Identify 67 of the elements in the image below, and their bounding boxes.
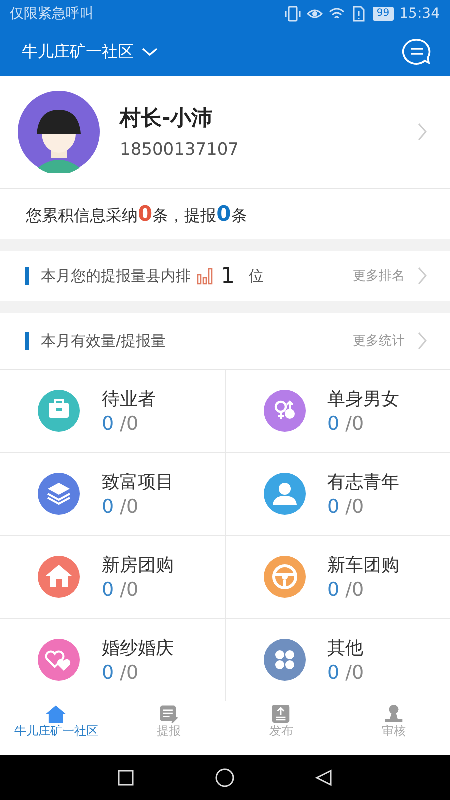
hearts-icon (38, 639, 80, 681)
summary-text: 您累积信息采纳0条，提报0条 (26, 202, 248, 226)
chevron-right-icon (417, 122, 428, 142)
status-text: 仅限紧急呼叫 (10, 5, 94, 23)
home-circle-icon[interactable] (215, 768, 235, 788)
category-tile[interactable]: 单身男女 0 /0 (226, 370, 450, 452)
valid-count: 0 (102, 662, 114, 684)
category-tile[interactable]: 有志青年 0 /0 (226, 453, 450, 535)
person-icon (264, 473, 306, 515)
gender-symbols-icon (264, 390, 306, 432)
category-title: 有志青年 (328, 471, 400, 494)
community-name[interactable]: 牛儿庄矿一社区 (22, 42, 134, 62)
category-title: 其他 (328, 637, 364, 660)
category-title: 待业者 (102, 388, 156, 411)
category-tile[interactable]: 新车团购 0 /0 (226, 536, 450, 618)
clock: 15:34 (400, 6, 440, 22)
valid-count: 0 (328, 662, 340, 684)
total-count: /0 (346, 413, 364, 435)
house-icon (38, 556, 80, 598)
chevron-right-icon (417, 266, 428, 286)
message-icon[interactable] (402, 38, 432, 66)
total-count: /0 (120, 579, 139, 601)
total-count: /0 (120, 662, 139, 684)
four-dots-icon (264, 639, 306, 681)
total-count: /0 (346, 662, 364, 684)
back-icon[interactable] (315, 768, 333, 786)
total-count: /0 (346, 579, 364, 601)
recent-apps-icon[interactable] (117, 768, 135, 786)
bar-chart-icon (197, 267, 213, 285)
valid-count: 0 (328, 496, 340, 518)
briefcase-icon (38, 390, 80, 432)
sim-alert-icon (350, 6, 367, 22)
chevron-right-icon (417, 331, 428, 351)
category-title: 婚纱婚庆 (102, 637, 174, 660)
category-tile[interactable]: 婚纱婚庆 0 /0 (0, 619, 224, 701)
tab[interactable]: 牛儿庄矿一社区 (0, 701, 112, 755)
category-title: 新房团购 (102, 554, 174, 577)
valid-count: 0 (102, 413, 114, 435)
valid-count: 0 (102, 496, 114, 518)
user-name: 村长-小沛 (120, 105, 214, 132)
total-count: /0 (346, 496, 364, 518)
phone-number: 18500137107 (120, 140, 240, 160)
category-title: 致富项目 (102, 471, 174, 494)
total-count: /0 (120, 496, 139, 518)
valid-count: 0 (328, 413, 340, 435)
category-tile[interactable]: 致富项目 0 /0 (0, 453, 224, 535)
category-title: 新车团购 (328, 554, 400, 577)
upload-icon (270, 704, 292, 724)
valid-count: 0 (328, 579, 340, 601)
category-tile[interactable]: 待业者 0 /0 (0, 370, 224, 452)
steering-wheel-icon (264, 556, 306, 598)
vibrate-icon (284, 6, 301, 22)
battery-indicator: 99 (372, 7, 394, 21)
rank-label: 本月您的提报量县内排 (41, 266, 191, 286)
layers-icon (38, 473, 80, 515)
rank-number: 1 (221, 264, 235, 288)
valid-count: 0 (102, 579, 114, 601)
total-count: /0 (120, 413, 139, 435)
stamp-icon (382, 704, 405, 724)
category-title: 单身男女 (328, 388, 400, 411)
section-title: 本月有效量/提报量 (41, 332, 166, 350)
edit-note-icon (158, 704, 180, 724)
category-tile[interactable]: 新房团购 0 /0 (0, 536, 224, 618)
dropdown-caret-icon (142, 47, 158, 57)
home-icon (45, 704, 68, 724)
category-tile[interactable]: 其他 0 /0 (226, 619, 450, 701)
rank-unit: 位 (249, 266, 264, 286)
